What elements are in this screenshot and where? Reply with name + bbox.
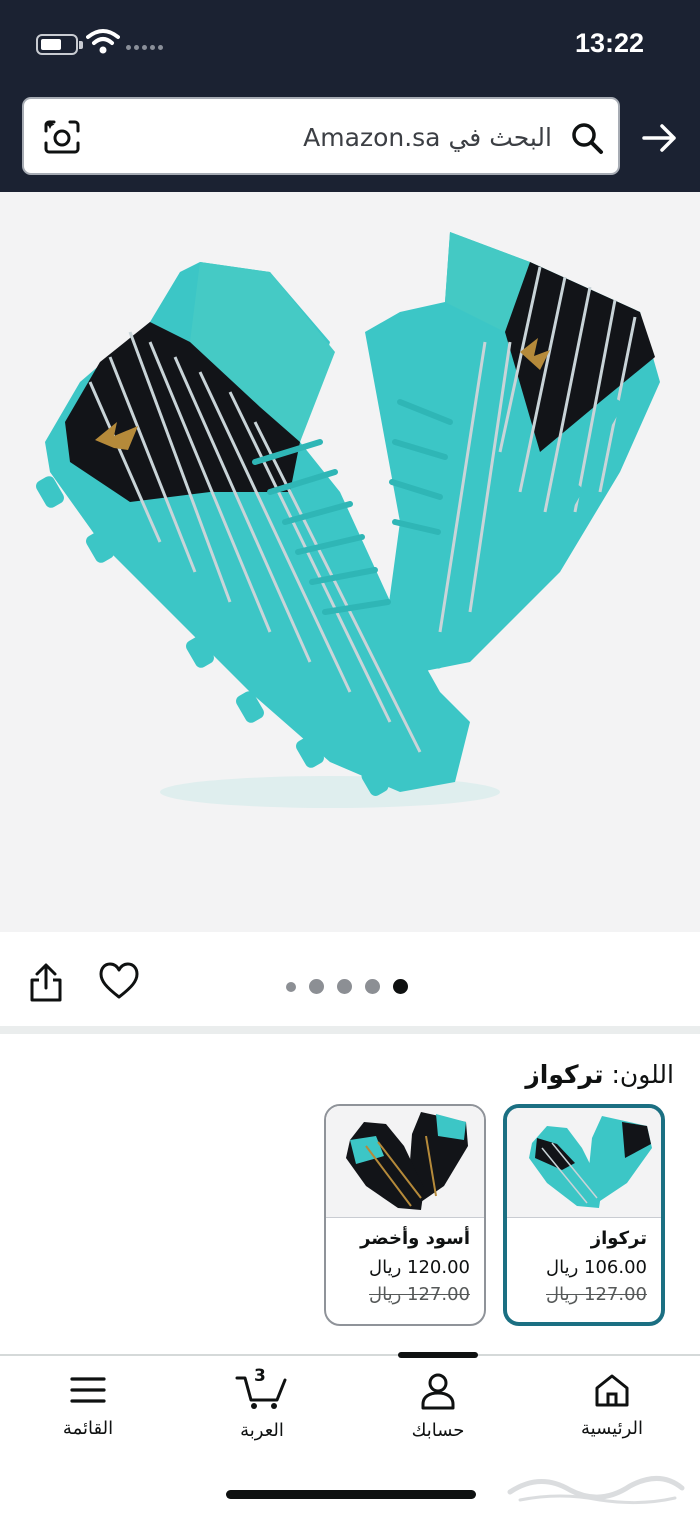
swatch-thumbnail — [507, 1108, 661, 1218]
app-header: 13:22 البحث في Amazon.sa — [0, 0, 700, 192]
nav-home-label: الرئيسية — [581, 1418, 643, 1439]
nav-menu-label: القائمة — [62, 1418, 114, 1439]
swatch-price: 106.00 ريال — [546, 1257, 647, 1278]
person-icon — [421, 1373, 455, 1410]
swatch-old-price: 127.00 ريال — [546, 1284, 647, 1305]
search-icon — [572, 123, 603, 154]
color-swatch-turquoise[interactable]: تركواز 106.00 ريال 127.00 ريال — [503, 1104, 665, 1326]
cart-count-badge: 3 — [254, 1366, 266, 1386]
color-swatch-black-green[interactable]: أسود وأخضر 120.00 ريال 127.00 ريال — [324, 1104, 486, 1326]
selected-color: تركواز — [525, 1060, 604, 1089]
pagination-dot[interactable] — [365, 979, 380, 994]
nav-home[interactable]: الرئيسية — [552, 1372, 672, 1439]
heart-icon[interactable] — [98, 962, 140, 1000]
pagination-dot[interactable] — [309, 979, 324, 994]
camera-search-icon[interactable] — [42, 117, 82, 157]
search-placeholder: البحث في Amazon.sa — [303, 123, 552, 152]
watermark-logo — [507, 1476, 685, 1505]
pagination-dot[interactable] — [286, 981, 296, 992]
pagination-dot[interactable] — [337, 979, 352, 994]
home-indicator[interactable] — [226, 1490, 476, 1499]
swatch-name: أسود وأخضر — [360, 1228, 470, 1249]
share-icon[interactable] — [26, 962, 66, 1004]
swatch-old-price: 127.00 ريال — [369, 1284, 470, 1305]
section-divider — [0, 1026, 700, 1034]
color-label-text: اللون: — [611, 1060, 674, 1089]
swatch-name: تركواز — [590, 1228, 647, 1249]
search-input[interactable]: البحث في Amazon.sa — [22, 97, 620, 175]
home-icon — [595, 1374, 629, 1407]
nav-active-indicator — [398, 1352, 478, 1358]
signal-icon — [126, 45, 163, 50]
nav-cart[interactable]: 3 العربة — [202, 1366, 322, 1441]
football-boots-image — [36, 232, 660, 808]
arrow-right-icon[interactable] — [640, 118, 680, 158]
wifi-icon — [86, 29, 120, 54]
color-label: اللون: تركواز — [525, 1060, 674, 1089]
product-image[interactable] — [0, 192, 700, 932]
battery-icon — [36, 34, 83, 55]
image-actions — [0, 932, 700, 1026]
status-time: 13:22 — [574, 28, 644, 58]
nav-account-label: حسابك — [411, 1420, 465, 1441]
swatch-price: 120.00 ريال — [369, 1257, 470, 1278]
pagination-dot-active[interactable] — [393, 979, 408, 994]
nav-account[interactable]: حسابك — [378, 1372, 498, 1441]
nav-cart-label: العربة — [240, 1420, 284, 1441]
nav-menu[interactable]: القائمة — [28, 1372, 148, 1439]
swatch-thumbnail — [326, 1106, 484, 1218]
image-pagination — [286, 979, 408, 994]
hamburger-menu-icon — [70, 1377, 106, 1403]
